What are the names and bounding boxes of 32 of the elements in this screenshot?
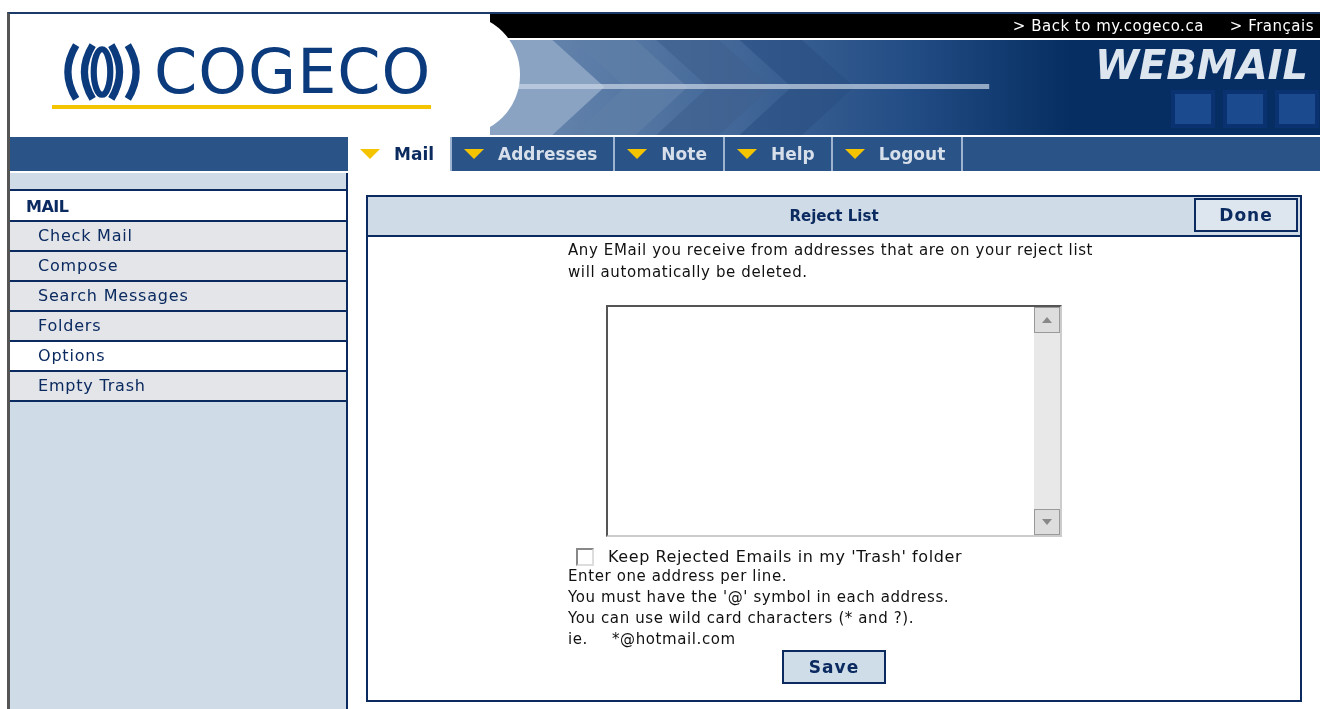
panel-title: Reject List — [789, 207, 879, 225]
example-label: ie. — [568, 629, 588, 650]
sidebar-heading: MAIL — [10, 191, 346, 222]
sidebar-item[interactable]: Options — [10, 342, 346, 372]
product-title: WEBMAIL — [1094, 42, 1308, 88]
triangle-icon — [464, 149, 485, 159]
sidebar-item[interactable]: Folders — [10, 312, 346, 342]
checkbox[interactable] — [576, 547, 594, 566]
example-address: *@hotmail.com — [611, 629, 736, 650]
sidebar-item[interactable]: Search Messages — [10, 282, 346, 312]
reject-list-textarea[interactable] — [606, 305, 1062, 537]
checkbox-label: Keep Rejected Emails in my 'Trash' folder — [608, 547, 963, 566]
header-link[interactable]: > Français — [1229, 17, 1314, 35]
nav-tab[interactable]: Mail — [348, 137, 453, 171]
scrollbar[interactable] — [1034, 307, 1060, 535]
instruction-text: You can use wild card characters (* and ?). — [568, 608, 916, 629]
scroll-up-icon[interactable] — [1034, 307, 1060, 333]
triangle-icon — [736, 149, 757, 159]
triangle-icon — [844, 149, 865, 159]
sidebar-item[interactable]: Empty Trash — [10, 372, 346, 402]
triangle-icon — [360, 149, 380, 159]
triangle-icon — [627, 149, 648, 159]
instruction-text: Enter one address per line. — [568, 566, 789, 587]
scroll-down-icon[interactable] — [1034, 509, 1060, 535]
save-button[interactable]: Save — [782, 650, 886, 684]
done-button[interactable]: Done — [1194, 198, 1298, 232]
header-link[interactable]: > Back to my.cogeco.ca — [1012, 17, 1204, 35]
sidebar-item[interactable]: Compose — [10, 252, 346, 282]
intro-text: Any EMail you receive from addresses that are on your reject list will automatically be deleted. — [568, 240, 1095, 283]
logo: COGECO — [52, 40, 432, 109]
sidebar-item[interactable]: Check Mail — [10, 222, 346, 252]
instruction-text: You must have the '@' symbol in each address. — [568, 587, 951, 608]
